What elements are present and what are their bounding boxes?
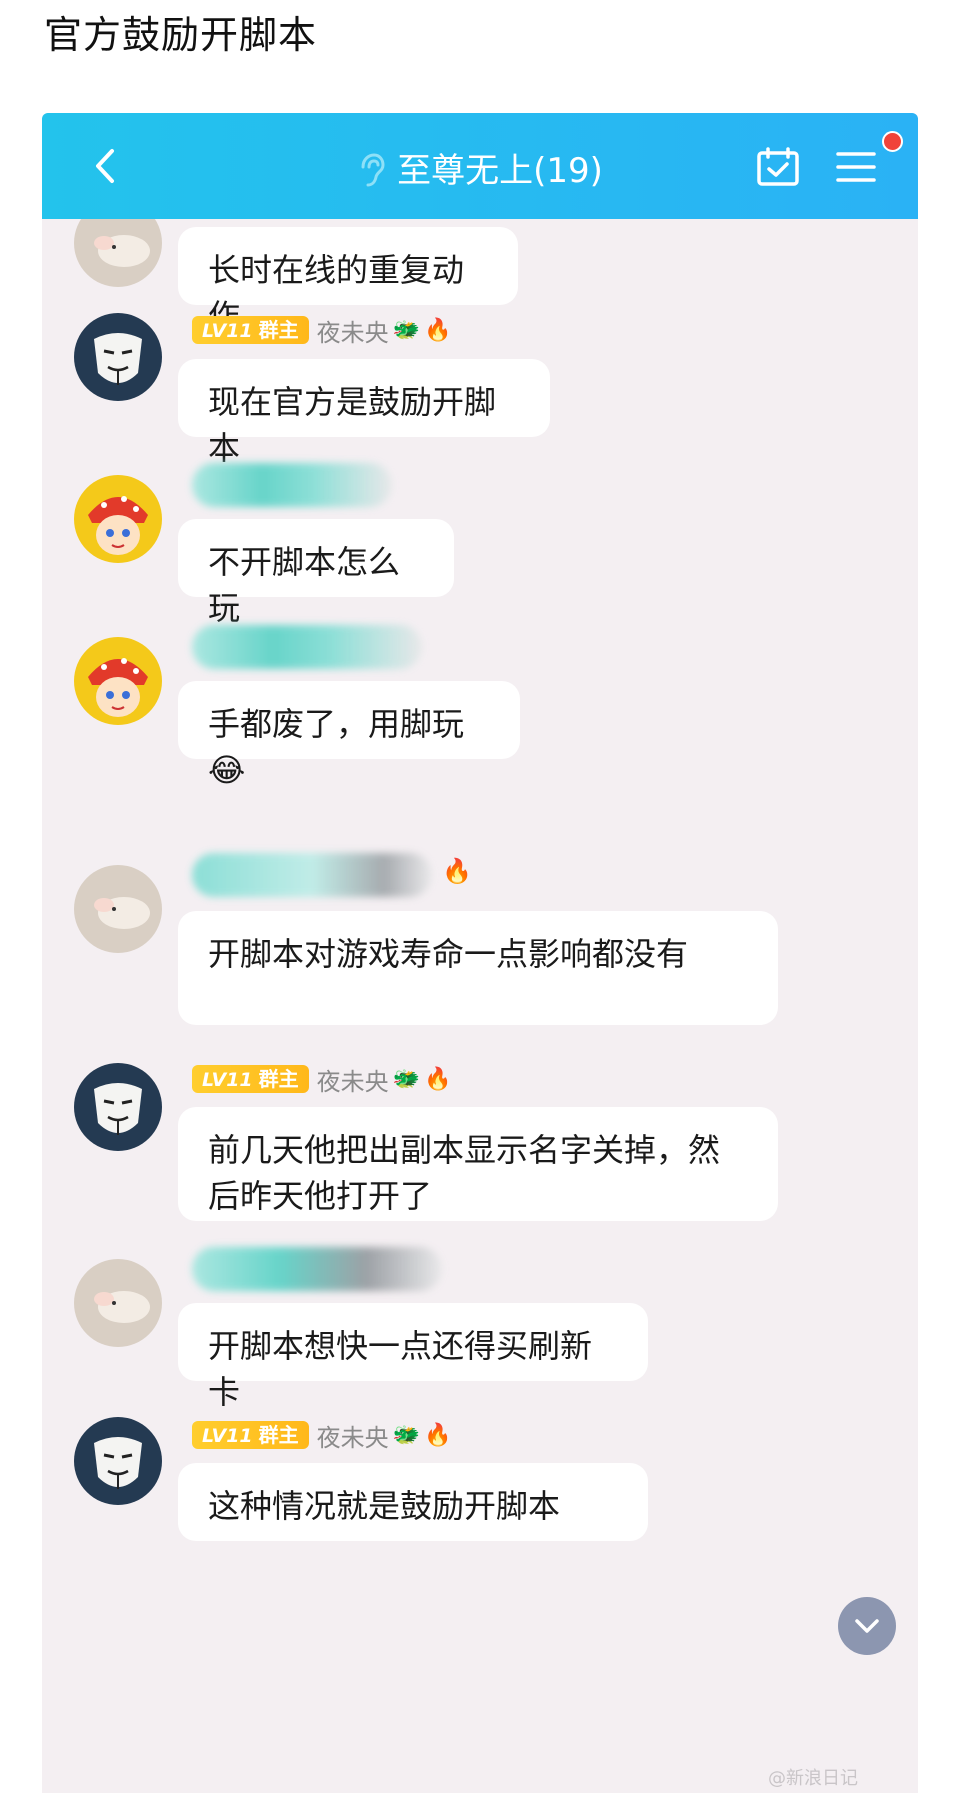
chat-header: 至尊无上(19)	[42, 113, 918, 219]
sender-meta: LV11 群主 夜未央 🐲 🔥	[192, 1061, 451, 1097]
message-text: 不开脚本怎么玩	[208, 543, 401, 627]
watermark: @新浪日记	[768, 1768, 858, 1789]
chat-window: 至尊无上(19) 长时在线的重复动作 LV11群主 夜未央 🐲🔥 现在官方是鼓励…	[42, 113, 918, 1793]
fire-icon: 🔥	[424, 1422, 452, 1448]
badge-role: 群主	[258, 318, 299, 342]
badge-role: 群主	[258, 1067, 299, 1091]
badge-level: LV11	[202, 1069, 253, 1091]
badge-level: LV11	[202, 1425, 253, 1447]
calendar-check-icon[interactable]	[756, 147, 800, 187]
ear-icon	[361, 153, 385, 187]
message-text: 前几天他把出副本显示名字关掉，然后昨天他打开了	[208, 1131, 721, 1215]
fire-icon: 🔥	[424, 317, 452, 343]
mask-avatar[interactable]	[74, 1417, 162, 1505]
badge-role: 群主	[258, 1423, 299, 1447]
fire-icon: 🔥	[424, 1066, 452, 1092]
message-bubble[interactable]: 长时在线的重复动作	[178, 227, 518, 335]
blurred-sender-name	[192, 625, 422, 669]
message-bubble[interactable]: 这种情况就是鼓励开脚本	[178, 1463, 648, 1541]
badge-level: LV11	[202, 320, 253, 342]
mask-avatar[interactable]	[74, 1063, 162, 1151]
message-bubble[interactable]: 现在官方是鼓励开脚本	[178, 359, 550, 467]
dragon-icon: 🐲	[392, 1066, 421, 1092]
message-bubble[interactable]: 前几天他把出副本显示名字关掉，然后昨天他打开了	[178, 1107, 778, 1221]
sender-meta: LV11 群主 夜未央 🐲 🔥	[192, 1417, 451, 1453]
sender-name[interactable]: 夜未央	[317, 1062, 389, 1097]
message-text: 这种情况就是鼓励开脚本	[208, 1487, 561, 1525]
message-text: 现在官方是鼓励开脚本	[208, 383, 497, 467]
dragon-icon: 🐲	[392, 1422, 421, 1448]
sender-meta: LV11 群主 夜未央 🐲 🔥	[192, 312, 451, 348]
chat-title: 至尊无上(19)	[397, 151, 603, 191]
message-bubble[interactable]: 开脚本对游戏寿命一点影响都没有	[178, 911, 778, 1025]
sender-name[interactable]: 夜未央	[317, 1418, 389, 1453]
post-title: 官方鼓励开脚本	[44, 13, 318, 57]
message-text: 手都废了，用脚玩😂	[208, 705, 465, 789]
chevron-down-icon	[855, 1619, 879, 1633]
fire-icon: 🔥	[442, 857, 472, 885]
rabbit-avatar[interactable]	[74, 865, 162, 953]
mask-avatar[interactable]	[74, 313, 162, 401]
scroll-to-bottom-button[interactable]	[838, 1597, 896, 1655]
blurred-sender-name	[192, 463, 392, 507]
blurred-sender-name	[192, 1247, 442, 1291]
blurred-sender-name	[192, 853, 432, 897]
pirate-avatar[interactable]	[74, 637, 162, 725]
message-bubble[interactable]: 手都废了，用脚玩😂	[178, 681, 520, 789]
rabbit-avatar[interactable]	[74, 1259, 162, 1347]
dragon-icon: 🐲	[392, 317, 421, 343]
message-bubble[interactable]: 开脚本想快一点还得买刷新卡	[178, 1303, 648, 1411]
message-text: 开脚本想快一点还得买刷新卡	[208, 1327, 593, 1411]
pirate-avatar[interactable]	[74, 475, 162, 563]
owner-badge: LV11 群主	[192, 1065, 309, 1093]
menu-icon[interactable]	[835, 149, 877, 185]
owner-badge: LV11 群主	[192, 316, 309, 344]
owner-badge: LV11 群主	[192, 1421, 309, 1449]
sender-name[interactable]: 夜未央	[317, 313, 389, 348]
message-text: 开脚本对游戏寿命一点影响都没有	[208, 935, 689, 973]
unread-dot	[882, 131, 903, 152]
message-bubble[interactable]: 不开脚本怎么玩	[178, 519, 454, 627]
